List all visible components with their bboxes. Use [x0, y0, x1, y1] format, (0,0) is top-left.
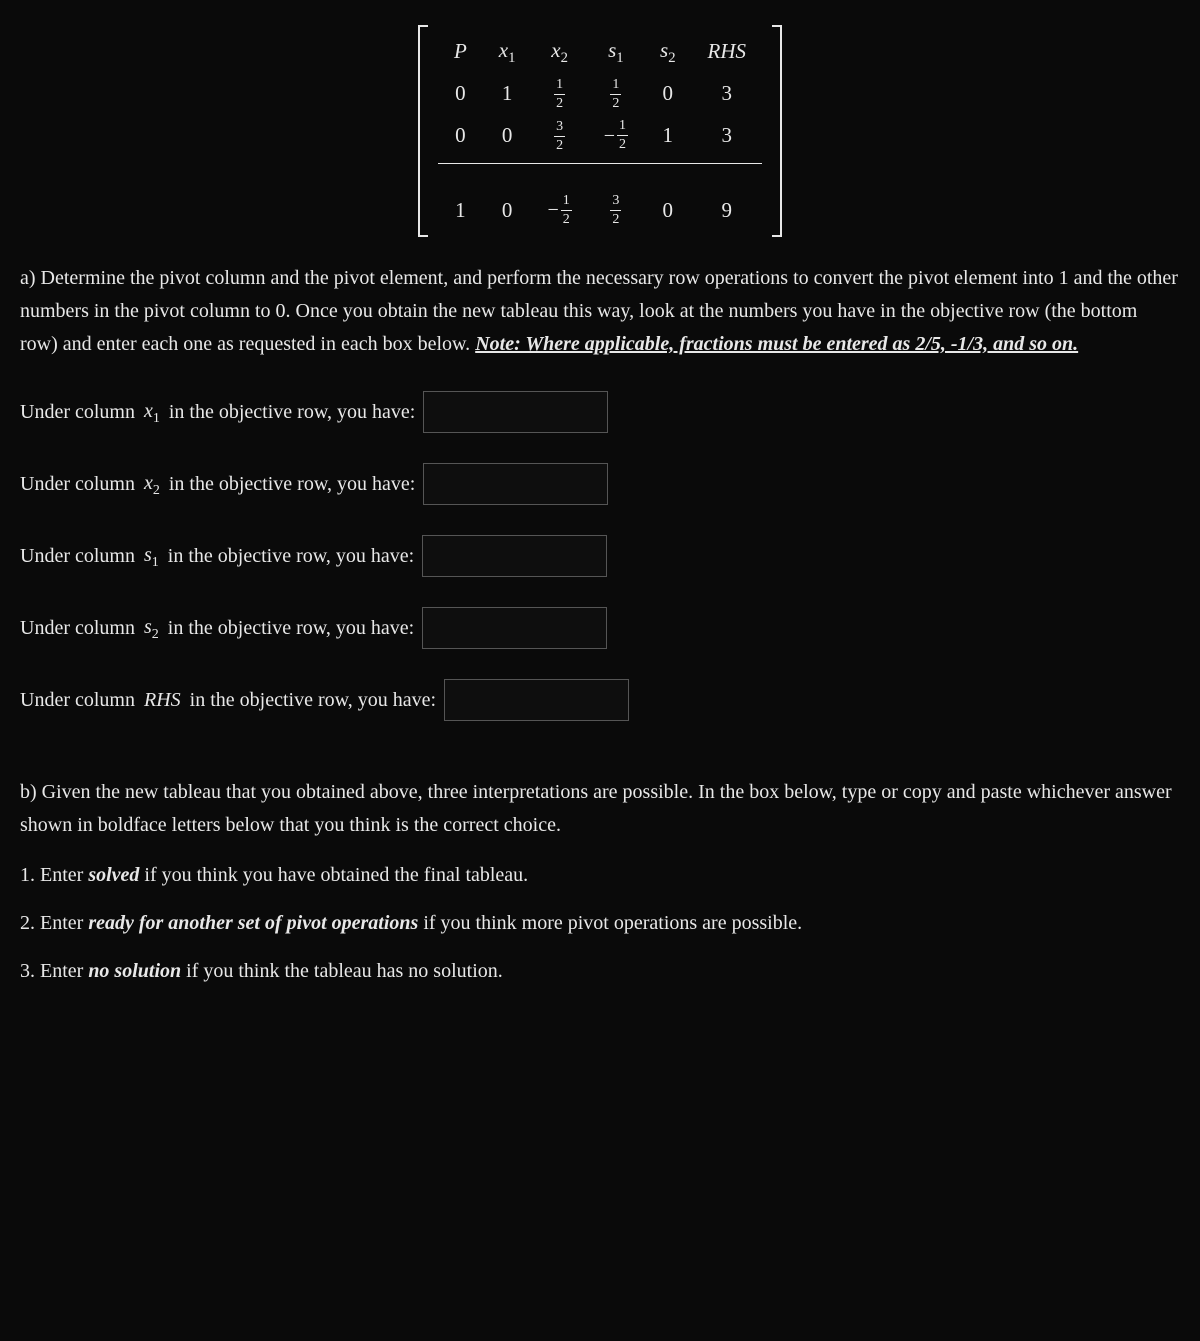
input-rhs[interactable] — [444, 679, 629, 721]
bracket-left — [418, 25, 428, 237]
bracket-right — [772, 25, 782, 237]
col-P: P — [454, 39, 467, 63]
question-s1: Under column s1 in the objective row, yo… — [20, 535, 1180, 577]
col-s1: s1 — [608, 38, 624, 62]
input-x2[interactable] — [423, 463, 608, 505]
question-rhs: Under column RHS in the objective row, y… — [20, 679, 1180, 721]
tableau-objective-row: 1 0 −12 32 0 9 — [438, 163, 762, 231]
part-b-text: b) Given the new tableau that you obtain… — [20, 776, 1180, 842]
col-x1: x1 — [499, 38, 516, 62]
simplex-tableau: P x1 x2 s1 s2 RHS 0 1 12 12 0 3 — [20, 25, 1180, 237]
input-x1[interactable] — [423, 391, 608, 433]
option-1: 1. Enter solved if you think you have ob… — [20, 860, 1180, 890]
col-RHS: RHS — [708, 39, 747, 63]
col-x2: x2 — [551, 38, 568, 62]
format-note: Note: Where applicable, fractions must b… — [475, 333, 1078, 355]
question-x2: Under column x2 in the objective row, yo… — [20, 463, 1180, 505]
tableau-row-1: 0 1 12 12 0 3 — [438, 73, 762, 115]
part-a-text: a) Determine the pivot column and the pi… — [20, 262, 1180, 361]
question-x1: Under column x1 in the objective row, yo… — [20, 391, 1180, 433]
input-s2[interactable] — [422, 607, 607, 649]
input-s1[interactable] — [422, 535, 607, 577]
option-2: 2. Enter ready for another set of pivot … — [20, 908, 1180, 938]
tableau-row-2: 0 0 32 −12 1 3 — [438, 115, 762, 163]
tableau-header-row: P x1 x2 s1 s2 RHS — [438, 31, 762, 73]
col-s2: s2 — [660, 38, 676, 62]
option-3: 3. Enter no solution if you think the ta… — [20, 956, 1180, 986]
question-s2: Under column s2 in the objective row, yo… — [20, 607, 1180, 649]
